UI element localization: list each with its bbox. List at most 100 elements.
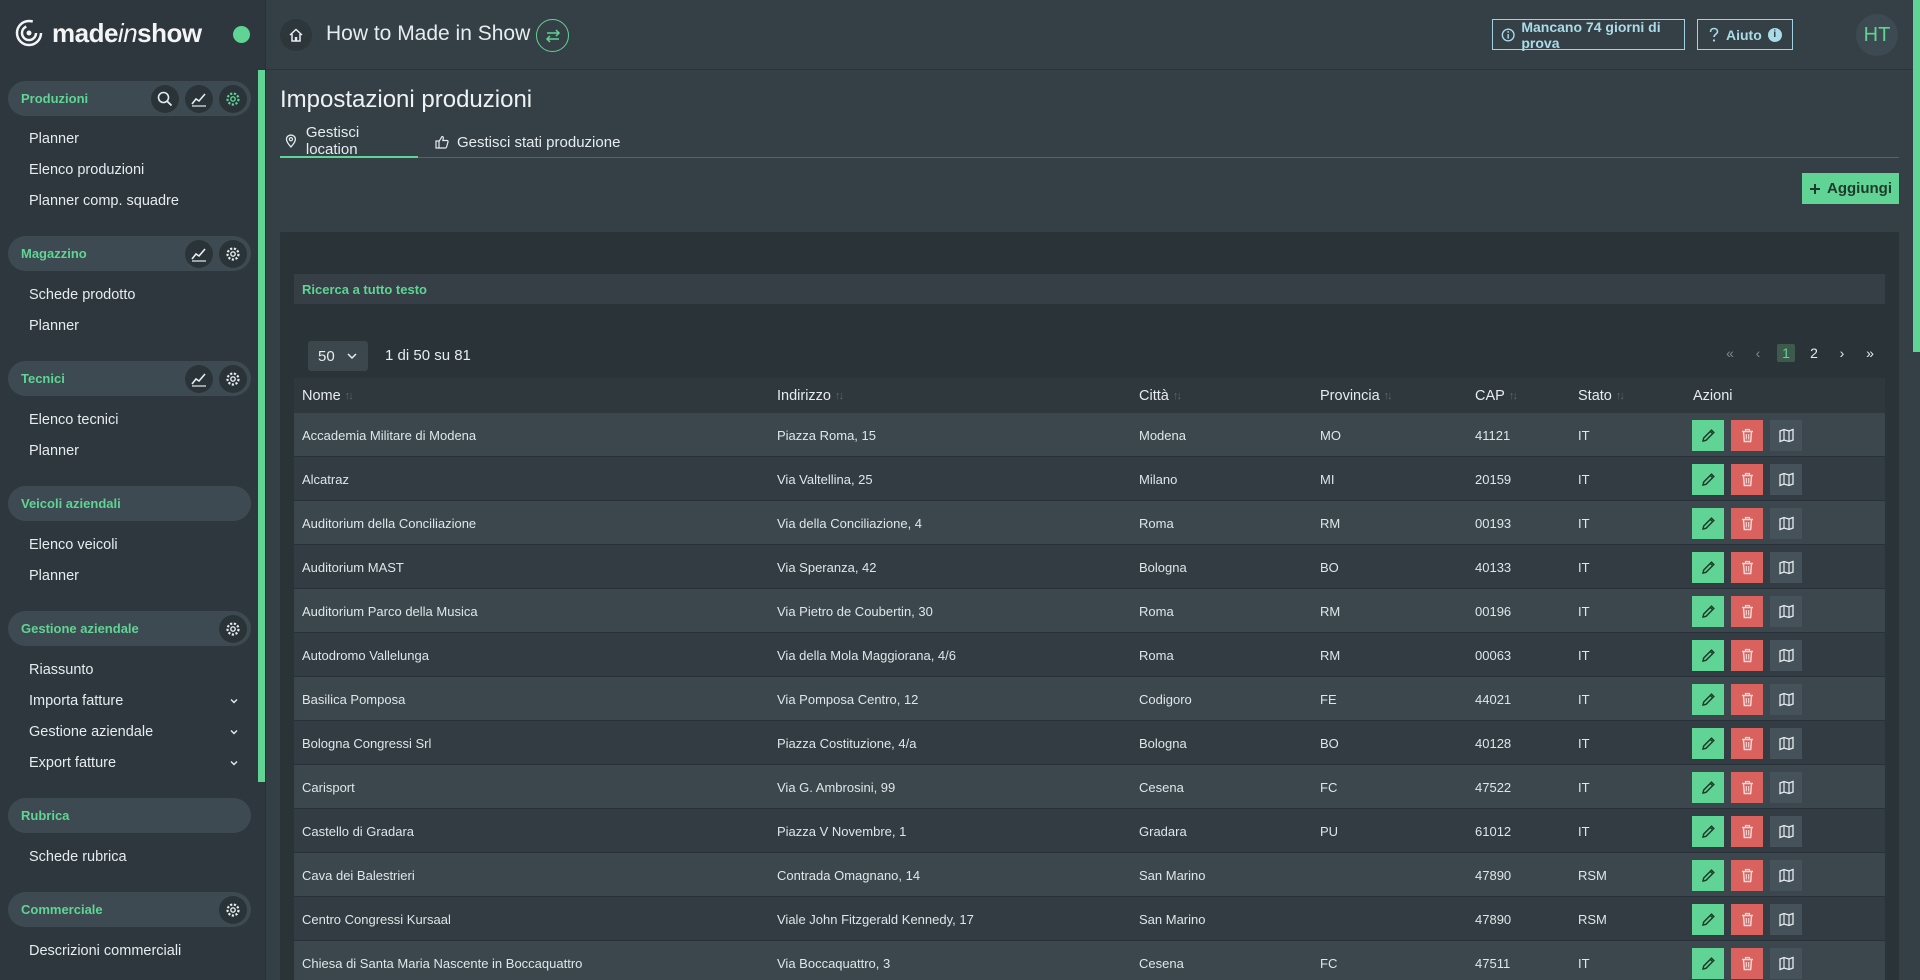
column-header-cap[interactable]: CAP ↑↓ bbox=[1475, 378, 1518, 413]
delete-button[interactable] bbox=[1731, 464, 1763, 495]
map-button[interactable] bbox=[1770, 464, 1802, 495]
map-button[interactable] bbox=[1770, 508, 1802, 539]
help-button[interactable]: Aiuto i bbox=[1697, 19, 1793, 50]
chart-line-icon[interactable] bbox=[185, 239, 213, 268]
add-button[interactable]: Aggiungi bbox=[1802, 173, 1899, 204]
search-icon[interactable] bbox=[151, 84, 179, 113]
switch-workspace-button[interactable] bbox=[536, 19, 569, 52]
map-button[interactable] bbox=[1770, 596, 1802, 627]
sidebar-section-tecnici[interactable]: Tecnici bbox=[8, 361, 251, 396]
sidebar-item-planner[interactable]: Planner bbox=[29, 129, 239, 149]
delete-button[interactable] bbox=[1731, 948, 1763, 979]
page-scrollbar[interactable] bbox=[1913, 0, 1920, 352]
gear-icon[interactable] bbox=[219, 364, 247, 393]
delete-button[interactable] bbox=[1731, 772, 1763, 803]
fulltext-search-toggle[interactable]: Ricerca a tutto testo bbox=[294, 274, 1885, 304]
delete-button[interactable] bbox=[1731, 596, 1763, 627]
sidebar-item-planner[interactable]: Planner bbox=[29, 441, 239, 461]
delete-button[interactable] bbox=[1731, 420, 1763, 451]
edit-button[interactable] bbox=[1692, 772, 1724, 803]
brand-logo[interactable]: madeinshow bbox=[14, 18, 202, 48]
edit-button[interactable] bbox=[1692, 904, 1724, 935]
column-header-stato[interactable]: Stato ↑↓ bbox=[1578, 378, 1625, 413]
edit-button[interactable] bbox=[1692, 728, 1724, 759]
edit-button[interactable] bbox=[1692, 508, 1724, 539]
gear-icon[interactable] bbox=[219, 895, 247, 924]
gear-icon[interactable] bbox=[219, 84, 247, 113]
column-header-indirizzo[interactable]: Indirizzo ↑↓ bbox=[777, 378, 844, 413]
per-page-select[interactable]: 50 bbox=[308, 341, 368, 371]
sidebar-item-schede-prodotto[interactable]: Schede prodotto bbox=[29, 285, 239, 305]
sidebar-section-rubrica[interactable]: Rubrica bbox=[8, 798, 251, 833]
edit-button[interactable] bbox=[1692, 596, 1724, 627]
table-row[interactable]: Castello di Gradara Piazza V Novembre, 1… bbox=[294, 809, 1885, 853]
tab-gestisci-location[interactable]: Gestisci location bbox=[280, 124, 418, 158]
delete-button[interactable] bbox=[1731, 816, 1763, 847]
table-row[interactable]: Accademia Militare di Modena Piazza Roma… bbox=[294, 413, 1885, 457]
avatar[interactable]: HT bbox=[1856, 14, 1898, 56]
sidebar-item-riassunto[interactable]: Riassunto bbox=[29, 660, 239, 680]
edit-button[interactable] bbox=[1692, 816, 1724, 847]
edit-button[interactable] bbox=[1692, 464, 1724, 495]
sidebar-section-veicoli-aziendali[interactable]: Veicoli aziendali bbox=[8, 486, 251, 521]
delete-button[interactable] bbox=[1731, 508, 1763, 539]
sidebar-item-planner-comp-squadre[interactable]: Planner comp. squadre bbox=[29, 191, 239, 211]
table-row[interactable]: Bologna Congressi Srl Piazza Costituzion… bbox=[294, 721, 1885, 765]
sidebar-section-gestione-aziendale[interactable]: Gestione aziendale bbox=[8, 611, 251, 646]
map-button[interactable] bbox=[1770, 552, 1802, 583]
page-1-button[interactable]: 1 bbox=[1777, 344, 1795, 362]
sidebar-item-elenco-tecnici[interactable]: Elenco tecnici bbox=[29, 410, 239, 430]
table-row[interactable]: Autodromo Vallelunga Via della Mola Magg… bbox=[294, 633, 1885, 677]
chart-line-icon[interactable] bbox=[185, 364, 213, 393]
sidebar-section-magazzino[interactable]: Magazzino bbox=[8, 236, 251, 271]
sidebar-item-elenco-produzioni[interactable]: Elenco produzioni bbox=[29, 160, 239, 180]
map-button[interactable] bbox=[1770, 904, 1802, 935]
sidebar-item-elenco-veicoli[interactable]: Elenco veicoli bbox=[29, 535, 239, 555]
sidebar-section-produzioni[interactable]: Produzioni bbox=[8, 81, 251, 116]
sidebar-item-gestione-aziendale[interactable]: Gestione aziendale bbox=[29, 722, 239, 742]
table-row[interactable]: Alcatraz Via Valtellina, 25 Milano MI 20… bbox=[294, 457, 1885, 501]
gear-icon[interactable] bbox=[219, 614, 247, 643]
delete-button[interactable] bbox=[1731, 904, 1763, 935]
delete-button[interactable] bbox=[1731, 728, 1763, 759]
page-2-button[interactable]: 2 bbox=[1805, 344, 1823, 362]
sidebar-item-descrizioni-commerciali[interactable]: Descrizioni commerciali bbox=[29, 941, 239, 961]
sidebar-item-export-fatture[interactable]: Export fatture bbox=[29, 753, 239, 773]
table-row[interactable]: Chiesa di Santa Maria Nascente in Boccaq… bbox=[294, 941, 1885, 980]
column-header-citta[interactable]: Città ↑↓ bbox=[1139, 378, 1182, 413]
map-button[interactable] bbox=[1770, 640, 1802, 671]
sidebar-item-planner[interactable]: Planner bbox=[29, 566, 239, 586]
map-button[interactable] bbox=[1770, 420, 1802, 451]
map-button[interactable] bbox=[1770, 816, 1802, 847]
table-row[interactable]: Basilica Pomposa Via Pomposa Centro, 12 … bbox=[294, 677, 1885, 721]
edit-button[interactable] bbox=[1692, 948, 1724, 979]
prev-page-icon[interactable]: ‹ bbox=[1749, 344, 1767, 362]
edit-button[interactable] bbox=[1692, 640, 1724, 671]
sidebar-section-commerciale[interactable]: Commerciale bbox=[8, 892, 251, 927]
edit-button[interactable] bbox=[1692, 420, 1724, 451]
table-row[interactable]: Cava dei Balestrieri Contrada Omagnano, … bbox=[294, 853, 1885, 897]
sidebar-item-planner[interactable]: Planner bbox=[29, 316, 239, 336]
edit-button[interactable] bbox=[1692, 684, 1724, 715]
map-button[interactable] bbox=[1770, 684, 1802, 715]
table-row[interactable]: Auditorium della Conciliazione Via della… bbox=[294, 501, 1885, 545]
edit-button[interactable] bbox=[1692, 860, 1724, 891]
map-button[interactable] bbox=[1770, 860, 1802, 891]
next-page-icon[interactable]: › bbox=[1833, 344, 1851, 362]
table-row[interactable]: Auditorium Parco della Musica Via Pietro… bbox=[294, 589, 1885, 633]
delete-button[interactable] bbox=[1731, 684, 1763, 715]
sidebar-item-importa-fatture[interactable]: Importa fatture bbox=[29, 691, 239, 711]
delete-button[interactable] bbox=[1731, 640, 1763, 671]
first-page-icon[interactable]: « bbox=[1721, 344, 1739, 362]
delete-button[interactable] bbox=[1731, 552, 1763, 583]
table-row[interactable]: Carisport Via G. Ambrosini, 99 Cesena FC… bbox=[294, 765, 1885, 809]
home-button[interactable] bbox=[280, 19, 312, 51]
map-button[interactable] bbox=[1770, 728, 1802, 759]
tab-gestisci-stati-produzione[interactable]: Gestisci stati produzione bbox=[431, 126, 624, 158]
chart-line-icon[interactable] bbox=[185, 84, 213, 113]
sidebar-scrollbar[interactable] bbox=[258, 70, 265, 782]
table-row[interactable]: Auditorium MAST Via Speranza, 42 Bologna… bbox=[294, 545, 1885, 589]
last-page-icon[interactable]: » bbox=[1861, 344, 1879, 362]
edit-button[interactable] bbox=[1692, 552, 1724, 583]
map-button[interactable] bbox=[1770, 772, 1802, 803]
